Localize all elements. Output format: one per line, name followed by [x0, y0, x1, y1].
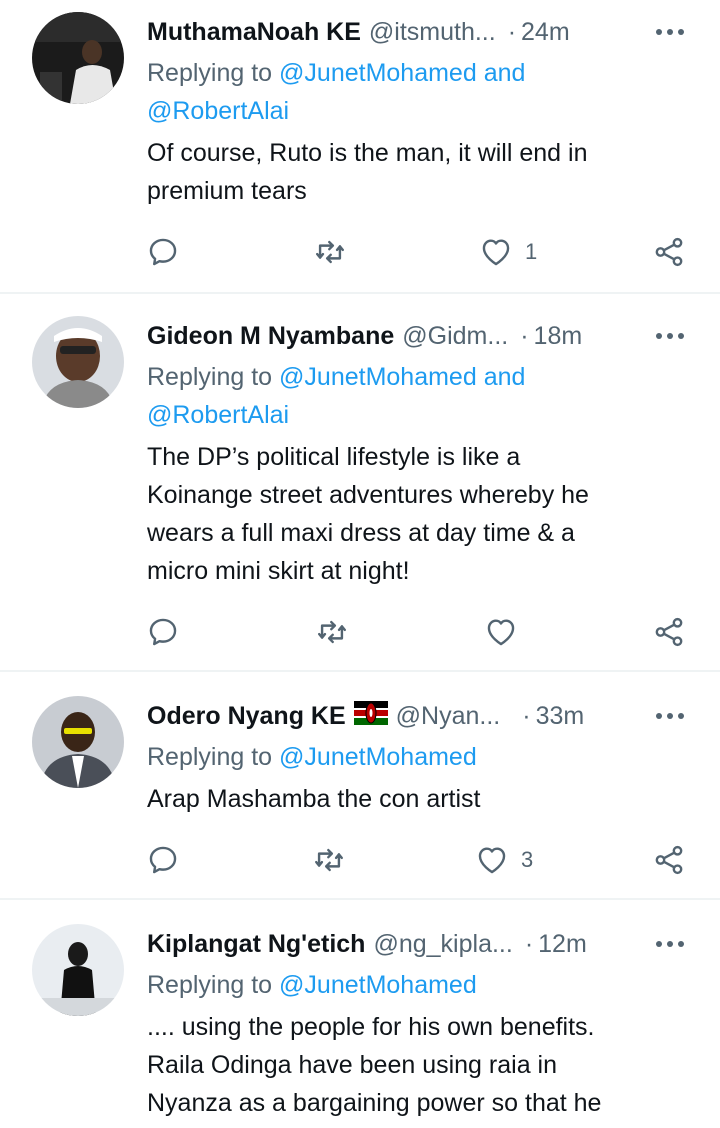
tweet-text-line: micro mini skirt at night!: [147, 557, 410, 585]
tweet-text-line: Arap Mashamba the con artist: [147, 785, 481, 813]
replying-to-label: Replying to: [147, 971, 273, 999]
heart-icon: [487, 619, 515, 646]
tweet-text-line: Nyanza as a bargaining power so that he: [147, 1089, 602, 1117]
replying-to: Replying to @JunetMohamed: [147, 966, 690, 1004]
separator: ·: [520, 321, 529, 350]
retweet-icon: [316, 240, 344, 264]
replying-to-label: Replying to: [147, 363, 273, 391]
avatar[interactable]: [32, 316, 124, 408]
like-count: 3: [521, 847, 534, 872]
avatar-image: [32, 12, 124, 104]
retweet-button[interactable]: [315, 612, 349, 652]
tweet-text-line: Raila Odinga have been using raia in: [147, 1051, 557, 1079]
avatar-image: [32, 924, 124, 1016]
tweet[interactable]: Gideon M Nyambane @Gidm... · 18m Replyin…: [0, 294, 720, 670]
reply-icon: [149, 846, 177, 874]
tweet-header: Kiplangat Ng'etich @ng_kipla... · 12m: [147, 924, 690, 964]
reply-icon: [149, 238, 177, 266]
heart-icon: [482, 239, 510, 266]
action-bar: [0, 612, 720, 652]
timestamp[interactable]: 18m: [534, 322, 583, 351]
mention-joiner[interactable]: and: [484, 59, 526, 87]
mention-joiner[interactable]: and: [484, 363, 526, 391]
separator: ·: [522, 701, 531, 730]
replying-to: Replying to @JunetMohamed and @RobertAla…: [147, 358, 690, 434]
display-name[interactable]: Kiplangat Ng'etich: [147, 930, 365, 959]
like-button[interactable]: 1: [479, 232, 537, 272]
heart-icon: [478, 847, 506, 874]
reply-icon: [149, 618, 177, 646]
tweet-text-line: premium tears: [147, 177, 307, 205]
more-icon[interactable]: [650, 316, 690, 356]
replying-to-label: Replying to: [147, 59, 273, 87]
avatar-image: [32, 696, 124, 788]
share-icon: [655, 845, 683, 875]
avatar[interactable]: [32, 924, 124, 1016]
share-button[interactable]: [652, 840, 686, 880]
timestamp[interactable]: 33m: [536, 702, 585, 731]
tweet-text-line: The DP’s political lifestyle is like a: [147, 443, 521, 471]
mention-link[interactable]: @RobertAlai: [147, 97, 289, 125]
username[interactable]: @Gidm...: [402, 322, 508, 351]
mention-link[interactable]: @RobertAlai: [147, 401, 289, 429]
reply-button[interactable]: [146, 612, 180, 652]
tweet[interactable]: Odero Nyang KE @Nyan... · 33m Replying t…: [0, 672, 720, 898]
mention-link[interactable]: @JunetMohamed: [279, 59, 477, 87]
tweet-text: .... using the people for his own benefi…: [147, 1008, 676, 1122]
more-icon[interactable]: [650, 924, 690, 964]
kenya-flag-icon: [353, 700, 388, 732]
retweet-icon: [315, 848, 343, 872]
username[interactable]: @ng_kipla...: [373, 930, 512, 959]
like-count: 1: [525, 239, 538, 264]
username[interactable]: @Nyan...: [396, 702, 501, 731]
share-button[interactable]: [652, 232, 686, 272]
action-bar: 3: [0, 840, 720, 880]
mention-link[interactable]: @JunetMohamed: [279, 971, 477, 999]
mention-link[interactable]: @JunetMohamed: [279, 743, 477, 771]
timestamp[interactable]: 12m: [538, 930, 587, 959]
replying-to: Replying to @JunetMohamed: [147, 738, 690, 776]
tweet-text-line: wears a full maxi dress at day time & a: [147, 519, 575, 547]
separator: ·: [524, 929, 534, 958]
more-icon[interactable]: [650, 12, 690, 52]
share-icon: [655, 617, 683, 647]
retweet-icon: [318, 620, 346, 644]
tweet[interactable]: MuthamaNoah KE @itsmuth... · 24m Replyin…: [0, 0, 720, 292]
replying-to-label: Replying to: [147, 743, 273, 771]
like-button[interactable]: [484, 612, 530, 652]
display-name[interactable]: Gideon M Nyambane: [147, 322, 394, 351]
tweet-text-line: Of course, Ruto is the man, it will end …: [147, 139, 588, 167]
share-button[interactable]: [652, 612, 686, 652]
tweet[interactable]: Kiplangat Ng'etich @ng_kipla... · 12m Re…: [0, 900, 720, 1128]
tweet-header: Gideon M Nyambane @Gidm... · 18m: [147, 316, 690, 356]
retweet-button[interactable]: [313, 232, 347, 272]
share-icon: [655, 237, 683, 267]
timestamp[interactable]: 24m: [521, 18, 570, 47]
more-icon[interactable]: [650, 696, 690, 736]
reply-button[interactable]: [146, 840, 180, 880]
tweet-text-line: .... using the people for his own benefi…: [147, 1013, 595, 1041]
avatar[interactable]: [32, 12, 124, 104]
avatar[interactable]: [32, 696, 124, 788]
retweet-button[interactable]: [312, 840, 346, 880]
tweet-header: Odero Nyang KE @Nyan... · 33m: [147, 696, 690, 736]
avatar-image: [32, 316, 124, 408]
display-name[interactable]: Odero Nyang KE: [147, 702, 346, 731]
replying-to: Replying to @JunetMohamed and @RobertAla…: [147, 54, 690, 130]
separator: ·: [507, 17, 517, 46]
username[interactable]: @itsmuth...: [369, 18, 496, 47]
action-bar: 1: [0, 232, 720, 272]
tweet-text: Arap Mashamba the con artist: [147, 780, 676, 818]
mention-link[interactable]: @JunetMohamed: [279, 363, 477, 391]
like-button[interactable]: 3: [475, 840, 533, 880]
reply-button[interactable]: [146, 232, 180, 272]
tweet-text: The DP’s political lifestyle is like a K…: [147, 438, 676, 590]
tweet-text: Of course, Ruto is the man, it will end …: [147, 134, 676, 210]
tweet-text-line: Koinange street adventures whereby he: [147, 481, 589, 509]
tweet-header: MuthamaNoah KE @itsmuth... · 24m: [147, 12, 690, 52]
display-name[interactable]: MuthamaNoah KE: [147, 18, 361, 47]
